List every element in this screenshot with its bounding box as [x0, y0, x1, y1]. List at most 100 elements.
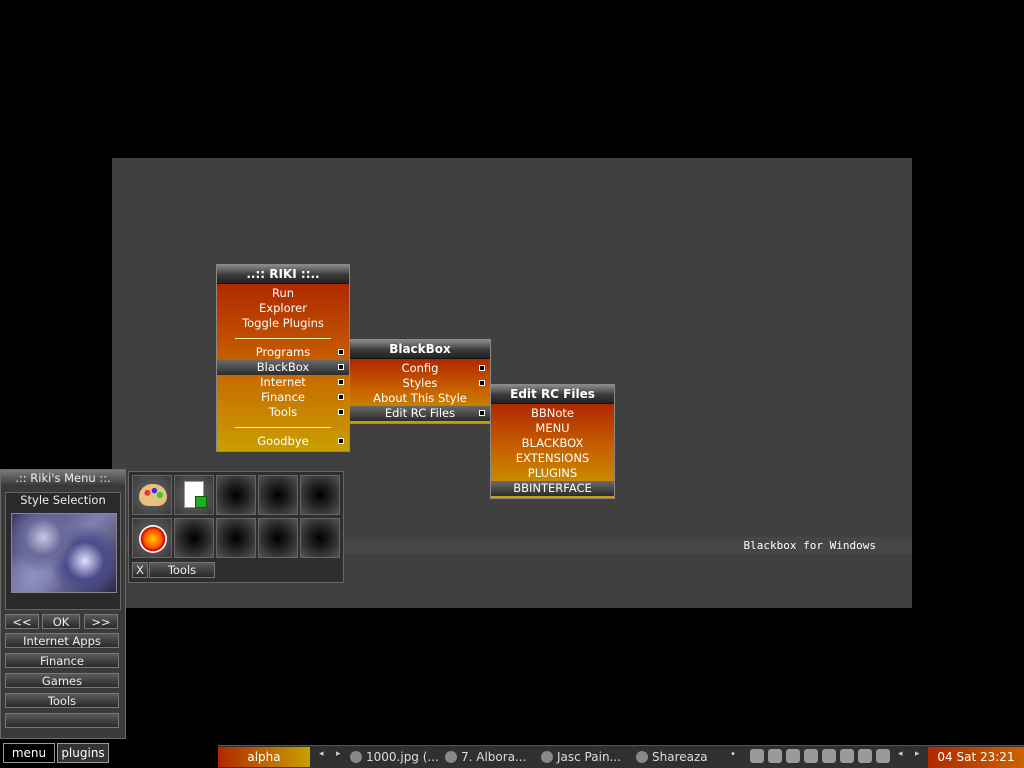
smiley-tray-icon[interactable] — [750, 749, 764, 763]
previous-style-button[interactable]: << — [5, 614, 39, 629]
feather-tray-icon[interactable] — [768, 749, 782, 763]
submenu-indicator-icon — [338, 364, 344, 370]
tray-next-icon[interactable]: ▸ — [915, 749, 920, 759]
riki-menu-title[interactable]: ..:: RIKI ::.. — [217, 265, 349, 284]
tool-slot-paint-palette[interactable] — [132, 475, 172, 515]
menu-item-extensions[interactable]: EXTENSIONS — [491, 451, 614, 466]
menu-item-label: Toggle Plugins — [242, 316, 324, 330]
menu-item-label: Styles — [402, 376, 438, 390]
task-button-shareaza[interactable]: Shareaza — [634, 748, 724, 766]
empty-tool-slot[interactable] — [216, 518, 256, 558]
speaker-tray-icon[interactable] — [876, 749, 890, 763]
internet-apps-button[interactable]: Internet Apps — [5, 633, 119, 648]
task-button-image[interactable]: 1000.jpg (... — [348, 748, 440, 766]
tools-label-button[interactable]: Tools — [149, 562, 215, 578]
submenu-indicator-icon — [338, 379, 344, 385]
empty-tool-slot[interactable] — [258, 518, 298, 558]
edit-rc-files-title[interactable]: Edit RC Files — [491, 385, 614, 404]
menu-item-goodbye[interactable]: Goodbye — [217, 434, 349, 449]
menu-item-label: Edit RC Files — [384, 406, 456, 420]
menu-item-internet[interactable]: Internet — [217, 375, 349, 390]
menu-item-config[interactable]: Config — [350, 361, 490, 376]
clock[interactable]: 04 Sat 23:21 — [928, 747, 1024, 768]
fire-icon — [139, 525, 167, 553]
tray-prev-icon[interactable]: ◂ — [898, 749, 903, 759]
menu-item-label: Explorer — [259, 301, 307, 315]
riki-panel: .:: Riki's Menu ::. Style Selection << O… — [0, 469, 126, 739]
paint-shop-icon — [541, 751, 553, 763]
menu-item-programs[interactable]: Programs — [217, 345, 349, 360]
image-viewer-icon — [350, 751, 362, 763]
menu-item-label: MENU — [535, 421, 570, 435]
style-selection-box: Style Selection — [5, 492, 121, 610]
empty-button[interactable] — [5, 713, 119, 728]
paint-palette-icon — [139, 484, 167, 506]
tool-slot-document[interactable] — [174, 475, 214, 515]
menu-item-blackbox[interactable]: BlackBox — [217, 360, 349, 375]
tool-tray-icon[interactable] — [822, 749, 836, 763]
menu-item-label: Run — [271, 286, 295, 300]
menu-item-tools[interactable]: Tools — [217, 405, 349, 420]
menu-separator — [217, 420, 349, 434]
m-tray-icon[interactable] — [804, 749, 818, 763]
tools-close-button[interactable]: X — [132, 562, 148, 578]
empty-tool-slot[interactable] — [300, 475, 340, 515]
empty-tool-slot[interactable] — [174, 518, 214, 558]
empty-tool-slot[interactable] — [216, 475, 256, 515]
submenu-indicator-icon — [479, 365, 485, 371]
menu-item-blackbox[interactable]: BLACKBOX — [491, 436, 614, 451]
ok-button[interactable]: OK — [42, 614, 80, 629]
menu-item-label: Config — [401, 361, 439, 375]
task-button-paint-shop[interactable]: Jasc Pain... — [539, 748, 631, 766]
desktop-label: Blackbox for Windows — [743, 539, 876, 552]
menu-item-label: BLACKBOX — [521, 436, 584, 450]
workspace-label[interactable]: alpha — [218, 747, 310, 767]
submenu-indicator-icon — [479, 380, 485, 386]
task-label: 1000.jpg (... — [366, 750, 439, 764]
spreadsheet-badge-icon — [195, 496, 207, 508]
shareaza-icon — [636, 751, 648, 763]
menu-item-explorer[interactable]: Explorer — [217, 301, 349, 316]
menu-item-styles[interactable]: Styles — [350, 376, 490, 391]
menu-item-label: Programs — [255, 345, 311, 359]
sis-tray-icon[interactable] — [786, 749, 800, 763]
menu-item-bbinterface[interactable]: BBINTERFACE — [491, 481, 614, 496]
menu-item-menu[interactable]: MENU — [491, 421, 614, 436]
menu-item-toggle-plugins[interactable]: Toggle Plugins — [217, 316, 349, 331]
games-button[interactable]: Games — [5, 673, 119, 688]
blackbox-submenu-title[interactable]: BlackBox — [350, 340, 490, 359]
menu-item-label: Tools — [268, 405, 298, 419]
menu-item-run[interactable]: Run — [217, 286, 349, 301]
music-player-icon — [445, 751, 457, 763]
menu-item-about-this-style[interactable]: About This Style — [350, 391, 490, 406]
submenu-indicator-icon — [479, 410, 485, 416]
next-style-button[interactable]: >> — [84, 614, 118, 629]
tool-slot-fire[interactable] — [132, 518, 172, 558]
workspace-next-icon[interactable]: ▸ — [336, 749, 341, 759]
finance-button[interactable]: Finance — [5, 653, 119, 668]
style-preview-image — [11, 513, 117, 593]
tools-button[interactable]: Tools — [5, 693, 119, 708]
riki-panel-title: .:: Riki's Menu ::. — [1, 470, 125, 487]
menu-item-label: BBINTERFACE — [513, 481, 592, 495]
shield-tray-icon[interactable] — [840, 749, 854, 763]
submenu-indicator-icon — [338, 394, 344, 400]
task-button-album[interactable]: 7. Albora... — [443, 748, 537, 766]
submenu-indicator-icon — [338, 438, 344, 444]
menu-item-label: BlackBox — [256, 360, 310, 374]
plugins-button[interactable]: plugins — [57, 743, 109, 763]
menu-item-edit-rc-files[interactable]: Edit RC Files — [350, 406, 490, 421]
empty-tool-slot[interactable] — [300, 518, 340, 558]
menu-item-label: About This Style — [373, 391, 467, 405]
taskbar: alpha ◂ ▸ 1000.jpg (... 7. Albora... Jas… — [218, 745, 1024, 768]
network-tray-icon[interactable] — [858, 749, 872, 763]
empty-tool-slot[interactable] — [258, 475, 298, 515]
workspace-prev-icon[interactable]: ◂ — [319, 749, 324, 759]
menu-item-bbnote[interactable]: BBNote — [491, 406, 614, 421]
riki-menu: ..:: RIKI ::.. Run Explorer Toggle Plugins… — [216, 264, 350, 452]
menu-item-plugins[interactable]: PLUGINS — [491, 466, 614, 481]
dot-icon: • — [730, 749, 736, 760]
menu-item-finance[interactable]: Finance — [217, 390, 349, 405]
menu-button[interactable]: menu — [3, 743, 55, 763]
edit-rc-files-body: BBNote MENU BLACKBOX EXTENSIONS PLUGINS BBINT… — [491, 404, 614, 498]
